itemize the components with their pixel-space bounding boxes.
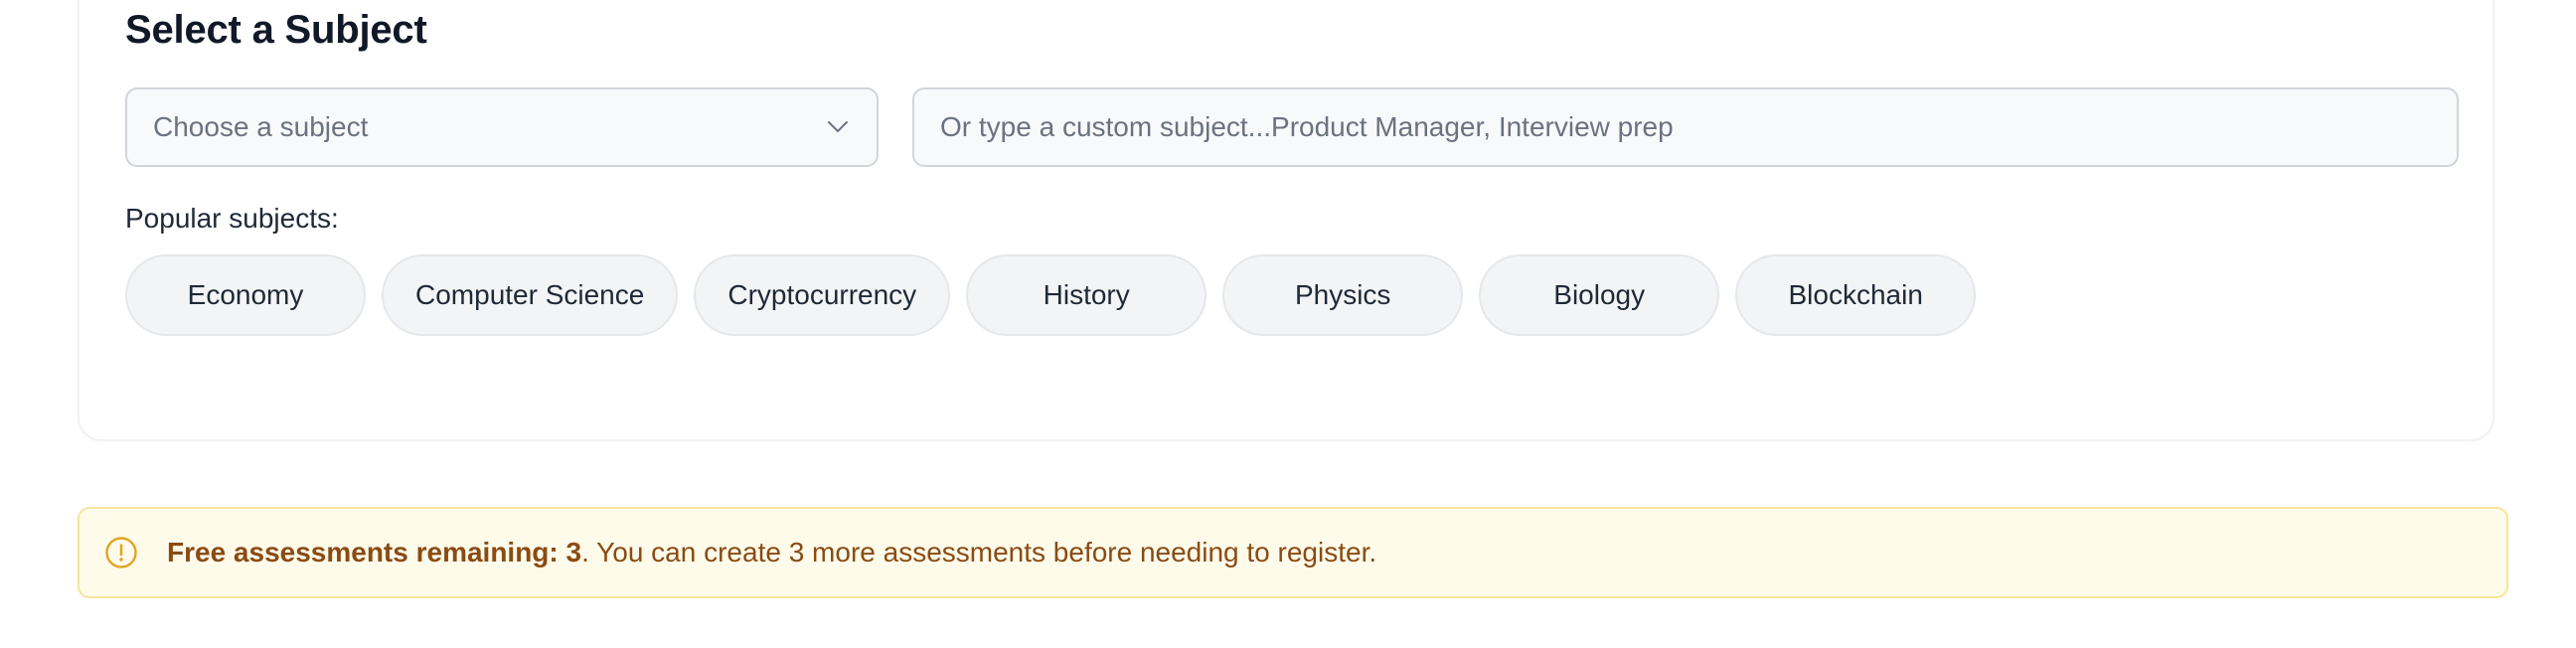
- subject-select[interactable]: Choose a subject: [125, 87, 879, 167]
- subject-chip-history[interactable]: History: [966, 254, 1208, 336]
- subject-card: [78, 0, 2495, 441]
- notice-rest-text: . You can create 3 more assessments befo…: [581, 537, 1377, 567]
- subject-select-placeholder: Choose a subject: [153, 111, 369, 142]
- custom-subject-input[interactable]: [912, 87, 2459, 167]
- popular-subjects-label: Popular subjects:: [125, 203, 339, 234]
- subject-chip-biology[interactable]: Biology: [1479, 254, 1720, 336]
- free-assessments-notice: Free assessments remaining: 3. You can c…: [78, 507, 2508, 598]
- subject-chip-cryptocurrency[interactable]: Cryptocurrency: [694, 254, 951, 336]
- subject-chip-computer-science[interactable]: Computer Science: [382, 254, 679, 336]
- notice-strong-text: Free assessments remaining: 3: [167, 537, 582, 567]
- section-title: Select a Subject: [125, 8, 427, 52]
- alert-circle-icon: [103, 535, 139, 570]
- subject-chip-blockchain[interactable]: Blockchain: [1735, 254, 1977, 336]
- subject-chip-economy[interactable]: Economy: [125, 254, 366, 336]
- chevron-down-icon: [825, 114, 851, 140]
- popular-subjects-list: Economy Computer Science Cryptocurrency …: [125, 254, 1977, 336]
- notice-text: Free assessments remaining: 3. You can c…: [167, 535, 1376, 570]
- subject-chip-physics[interactable]: Physics: [1222, 254, 1464, 336]
